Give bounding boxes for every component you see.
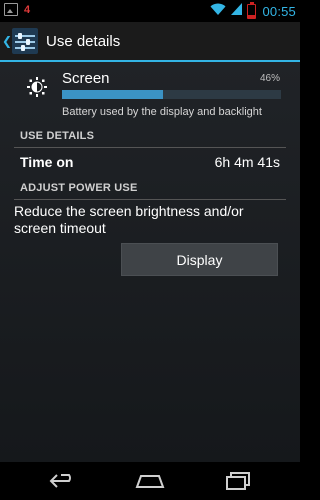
section-header-use-details: USE DETAILS <box>14 125 286 148</box>
wifi-icon <box>210 2 226 21</box>
action-bar: ❮ Use details <box>0 22 300 62</box>
screen-description: Battery used by the display and backligh… <box>62 106 262 118</box>
home-icon[interactable] <box>127 462 173 500</box>
page-title: Use details <box>46 32 121 50</box>
status-notifications: 4 <box>4 3 30 16</box>
section-header-adjust-power: ADJUST POWER USE <box>14 177 286 200</box>
status-bar: 4 00:55 <box>0 0 300 22</box>
section-header-label: ADJUST POWER USE <box>20 182 138 194</box>
signal-icon <box>230 2 243 21</box>
content-area: Screen 46% Battery used by the display a… <box>0 62 300 462</box>
display-settings-button[interactable]: Display <box>121 243 278 276</box>
recent-apps-icon[interactable] <box>215 462 261 500</box>
screen-usage-item: Screen 46% Battery used by the display a… <box>0 62 300 124</box>
adjust-power-message: Reduce the screen brightness and/or scre… <box>14 203 244 236</box>
screen-title: Screen <box>62 70 110 87</box>
section-header-label: USE DETAILS <box>20 130 95 142</box>
back-icon[interactable] <box>40 462 86 500</box>
settings-sliders-icon[interactable] <box>12 28 38 54</box>
back-caret-icon[interactable]: ❮ <box>2 34 12 48</box>
time-on-label: Time on <box>20 154 74 170</box>
usage-progress-bar <box>62 90 281 99</box>
status-time: 00:55 <box>262 4 296 19</box>
screen-percent: 46% <box>259 73 280 84</box>
time-on-row: Time on 6h 4m 41s <box>14 151 286 173</box>
battery-icon <box>247 2 257 19</box>
time-on-value: 6h 4m 41s <box>214 154 280 170</box>
notification-count: 4 <box>24 3 31 16</box>
image-notification-icon <box>4 3 18 16</box>
brightness-icon <box>26 76 48 98</box>
usage-progress-fill <box>62 90 163 99</box>
navigation-bar <box>0 462 300 500</box>
status-indicators: 00:55 <box>210 2 296 21</box>
